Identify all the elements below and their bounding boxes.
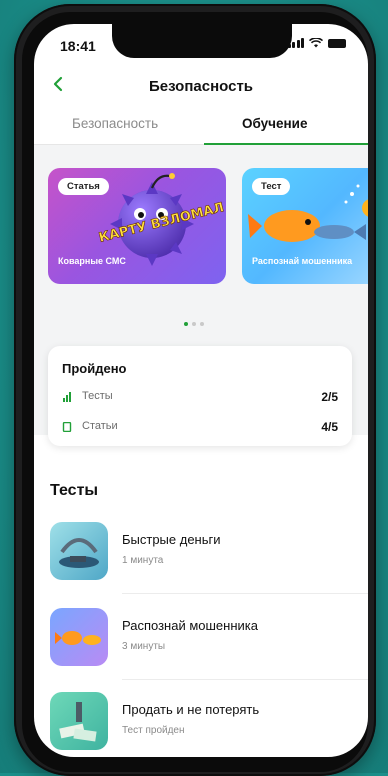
test-thumbnail — [50, 692, 108, 750]
progress-row-articles: Статьи 4/5 — [62, 418, 338, 438]
progress-value: 2/5 — [321, 390, 338, 404]
test-list-item[interactable]: Продать и не потерять Тест пройден — [50, 692, 368, 757]
carousel-card-test[interactable]: Тест Распознай мошенника — [242, 168, 368, 284]
bars-icon — [63, 392, 71, 402]
test-title: Продать и не потерять — [122, 702, 260, 717]
status-time: 18:41 — [60, 38, 96, 54]
carousel-card-article[interactable]: КАРТУ ВЗЛОМАЛ Статья Коварные СМС — [48, 168, 226, 284]
test-badge: Тест — [252, 178, 291, 195]
tab-learning[interactable]: Обучение — [242, 116, 307, 131]
fish-thumb-illustration — [55, 631, 101, 645]
progress-row-tests: Тесты 2/5 — [62, 388, 338, 408]
card-caption: Распознай мошенника — [252, 256, 353, 266]
article-badge: Статья — [58, 178, 109, 195]
progress-value: 4/5 — [321, 420, 338, 434]
test-title: Быстрые деньги — [122, 532, 221, 547]
tab-security[interactable]: Безопасность — [72, 116, 158, 131]
progress-card: Пройдено Тесты 2/5 Статьи 4/5 — [48, 346, 352, 446]
test-thumbnail — [50, 522, 108, 580]
articles-carousel[interactable]: КАРТУ ВЗЛОМАЛ Статья Коварные СМС Тест Р… — [48, 168, 368, 284]
tests-section-title: Тесты — [50, 482, 99, 499]
battery-icon — [328, 38, 346, 48]
trap-illustration — [59, 538, 99, 568]
pagination-dot — [200, 322, 204, 326]
test-duration: 1 минута — [122, 555, 164, 566]
divider — [122, 679, 368, 680]
progress-label: Статьи — [82, 420, 118, 432]
pagination-dot — [192, 322, 196, 326]
divider — [122, 593, 368, 594]
carousel-pagination — [184, 322, 204, 326]
money-illustration — [59, 702, 97, 742]
nav-bar: Безопасность — [34, 68, 368, 104]
wifi-icon — [309, 38, 323, 48]
test-duration: 3 минуты — [122, 641, 166, 652]
test-thumbnail — [50, 608, 108, 666]
progress-title: Пройдено — [62, 361, 127, 376]
test-list-item[interactable]: Быстрые деньги 1 минута — [50, 522, 368, 602]
pagination-dot-active — [184, 322, 188, 326]
tab-bar: Безопасность Обучение — [34, 108, 368, 145]
test-title: Распознай мошенника — [122, 618, 258, 633]
status-icons — [287, 38, 346, 48]
test-list-item[interactable]: Распознай мошенника 3 минуты — [50, 608, 368, 688]
app-screen: 18:41 Безопасность Безопасность Обучение — [34, 24, 368, 757]
progress-label: Тесты — [82, 390, 113, 402]
page-title: Безопасность — [148, 78, 254, 95]
test-status: Тест пройден — [122, 725, 185, 736]
document-icon — [62, 422, 72, 432]
notch — [112, 24, 292, 58]
card-caption: Коварные СМС — [58, 256, 126, 266]
